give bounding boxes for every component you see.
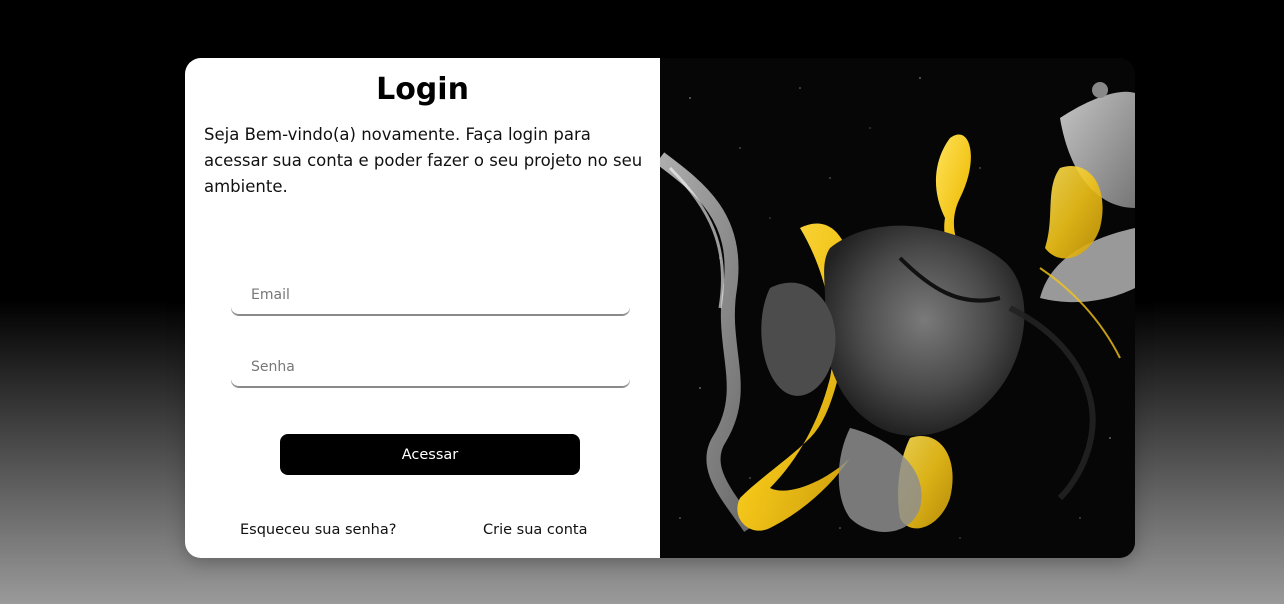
create-account-link[interactable]: Crie sua conta — [483, 522, 588, 538]
login-panel: Login Seja Bem-vindo(a) novamente. Faça … — [185, 58, 660, 558]
email-field[interactable] — [231, 275, 630, 315]
welcome-text: Seja Bem-vindo(a) novamente. Faça login … — [204, 125, 643, 196]
login-card: Login Seja Bem-vindo(a) novamente. Faça … — [185, 58, 1135, 558]
marble-art-image — [660, 58, 1135, 558]
login-button[interactable]: Acessar — [280, 434, 580, 475]
forgot-password-link[interactable]: Esqueceu sua senha? — [240, 522, 396, 538]
abstract-marble-illustration — [660, 58, 1135, 558]
page-title: Login — [376, 72, 469, 107]
password-field[interactable] — [231, 347, 630, 387]
